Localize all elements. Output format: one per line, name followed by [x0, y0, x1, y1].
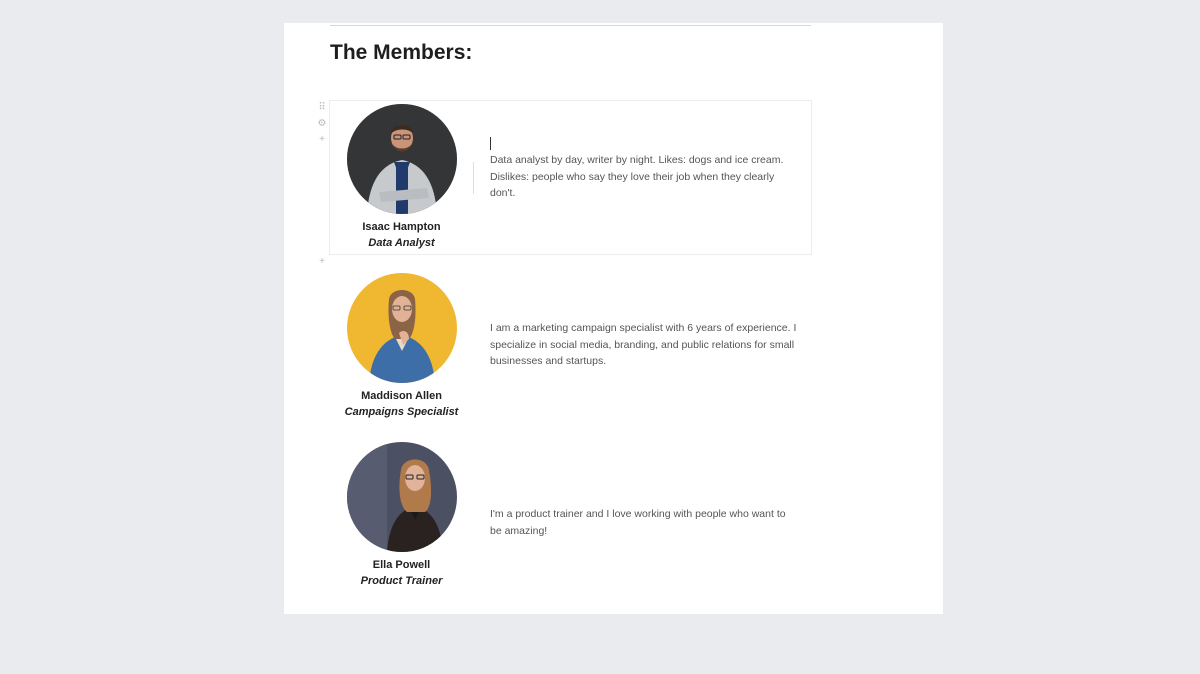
member-role: Campaigns Specialist: [344, 406, 459, 418]
member-photo: [347, 104, 457, 214]
member-photo: [347, 442, 457, 552]
member-role: Product Trainer: [360, 575, 443, 587]
woman-portrait-icon: [347, 273, 457, 383]
man-portrait-icon: [347, 104, 457, 214]
member-bio[interactable]: I am a marketing campaign specialist wit…: [490, 320, 800, 370]
member-name: Ella Powell: [372, 559, 431, 571]
member-card-ella-powell[interactable]: Ella Powell Product Trainer I'm a produc…: [330, 439, 811, 592]
woman-portrait-icon: [347, 442, 457, 552]
divider: [330, 25, 811, 26]
page-title: The Members:: [330, 41, 473, 64]
drag-handle-icon[interactable]: ⠿: [317, 103, 327, 113]
block-settings-icon[interactable]: ⚙: [317, 119, 327, 129]
document-page: The Members: ⠿ ⚙ + + Isaac Hampton Data …: [284, 23, 943, 614]
add-block-icon[interactable]: +: [317, 257, 327, 267]
member-card-maddison-allen[interactable]: Maddison Allen Campaigns Specialist I am…: [330, 270, 811, 423]
add-block-icon[interactable]: +: [317, 135, 327, 145]
text-cursor: [490, 137, 491, 150]
member-photo: [347, 273, 457, 383]
member-card-isaac-hampton[interactable]: Isaac Hampton Data Analyst Data analyst …: [329, 100, 812, 255]
member-name: Isaac Hampton: [362, 221, 441, 233]
member-role: Data Analyst: [368, 237, 435, 249]
member-name: Maddison Allen: [361, 390, 442, 402]
member-bio[interactable]: I'm a product trainer and I love working…: [490, 506, 800, 539]
member-bio[interactable]: Data analyst by day, writer by night. Li…: [490, 152, 800, 202]
column-divider: [473, 162, 474, 194]
